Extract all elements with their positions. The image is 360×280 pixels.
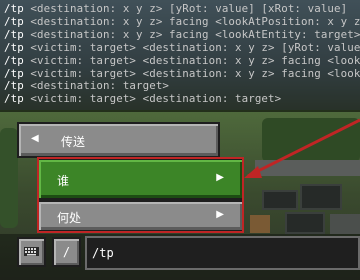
keyboard-button[interactable] [17, 237, 46, 267]
who-label: 谁 [57, 174, 70, 188]
command-input[interactable] [85, 236, 360, 270]
command-suggestion-list: /tp <destination: x y z> [yRot: value] [… [0, 0, 360, 112]
chevron-right-icon: ▶ [216, 172, 224, 183]
who-button[interactable]: 谁 ▶ [37, 158, 244, 200]
keyboard-icon [24, 247, 39, 256]
where-button[interactable]: 何处 ▶ [37, 200, 244, 232]
teleport-back-label: 传送 [61, 135, 86, 149]
teleport-back-button[interactable]: ◀ 传送 [17, 122, 220, 158]
slash-command-button[interactable]: / [52, 237, 81, 267]
chevron-right-icon: ▶ [216, 209, 224, 220]
chevron-left-icon: ◀ [31, 133, 39, 144]
suggestion-line[interactable]: /tp <victim: target> <destination: targe… [4, 92, 356, 106]
where-label: 何处 [57, 211, 82, 225]
